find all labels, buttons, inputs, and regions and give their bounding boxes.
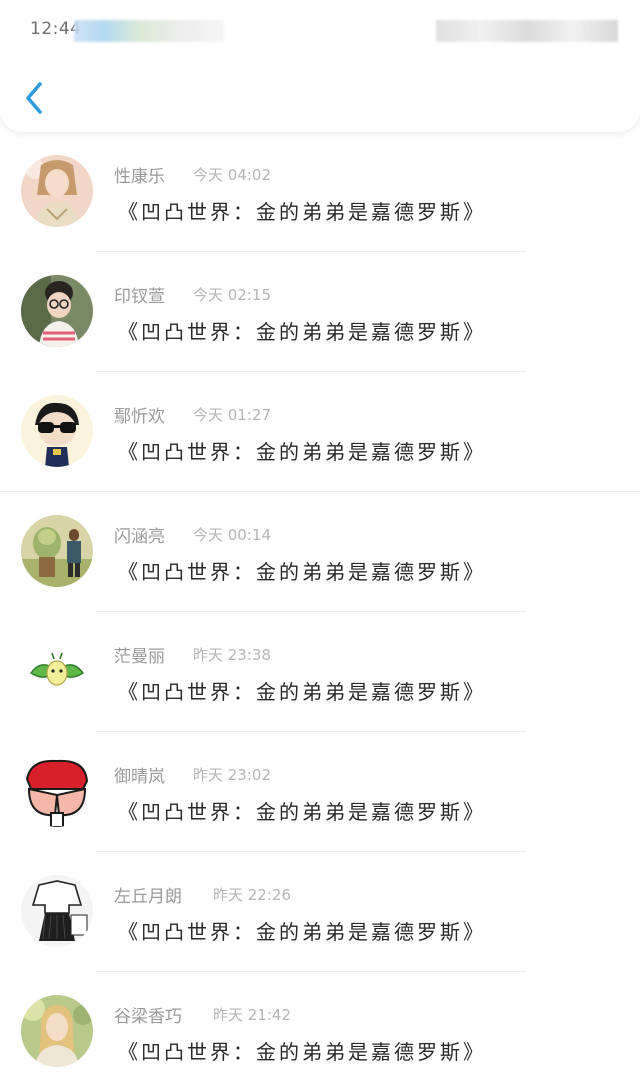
top-bar: 12:44 (0, 0, 640, 132)
avatar[interactable] (21, 755, 93, 827)
status-icons-blurred-right (436, 20, 618, 42)
chevron-left-icon (26, 82, 42, 114)
message-time: 今天 02:15 (193, 286, 271, 304)
message-time: 昨天 23:38 (193, 646, 271, 664)
avatar[interactable] (21, 995, 93, 1067)
message-text: 《凹凸世界：金的弟弟是嘉德罗斯》 (118, 1040, 486, 1064)
list-item[interactable]: 闪涵亮 今天 00:14 《凹凸世界：金的弟弟是嘉德罗斯》 (0, 492, 640, 612)
avatar[interactable] (21, 635, 93, 707)
list-item[interactable]: 谷梁香巧 昨天 21:42 《凹凸世界：金的弟弟是嘉德罗斯》 (0, 972, 640, 1092)
message-text: 《凹凸世界：金的弟弟是嘉德罗斯》 (118, 320, 486, 344)
sender-name: 印钗萱 (114, 287, 165, 307)
avatar[interactable] (21, 155, 93, 227)
sender-name: 茫曼丽 (114, 647, 165, 667)
list-item[interactable]: 性康乐 今天 04:02 《凹凸世界：金的弟弟是嘉德罗斯》 (0, 132, 640, 252)
sender-name: 御晴岚 (114, 767, 165, 787)
sender-name: 鄢忻欢 (114, 407, 165, 427)
status-icons-blurred-left (74, 20, 224, 42)
message-time: 昨天 22:26 (213, 886, 291, 904)
avatar[interactable] (21, 875, 93, 947)
list-item[interactable]: 御晴岚 昨天 23:02 《凹凸世界：金的弟弟是嘉德罗斯》 (0, 732, 640, 852)
message-text: 《凹凸世界：金的弟弟是嘉德罗斯》 (118, 920, 486, 944)
message-text: 《凹凸世界：金的弟弟是嘉德罗斯》 (118, 680, 486, 704)
list-item[interactable]: 印钗萱 今天 02:15 《凹凸世界：金的弟弟是嘉德罗斯》 (0, 252, 640, 372)
sender-name: 左丘月朗 (114, 887, 182, 907)
message-time: 昨天 23:02 (193, 766, 271, 784)
avatar[interactable] (21, 275, 93, 347)
status-bar: 12:44 (0, 0, 640, 64)
avatar[interactable] (21, 515, 93, 587)
list-item[interactable]: 鄢忻欢 今天 01:27 《凹凸世界：金的弟弟是嘉德罗斯》 (0, 372, 640, 492)
sender-name: 谷梁香巧 (114, 1007, 182, 1027)
sender-name: 闪涵亮 (114, 527, 165, 547)
message-time: 昨天 21:42 (213, 1006, 291, 1024)
message-text: 《凹凸世界：金的弟弟是嘉德罗斯》 (118, 800, 486, 824)
list-item[interactable]: 左丘月朗 昨天 22:26 《凹凸世界：金的弟弟是嘉德罗斯》 (0, 852, 640, 972)
message-time: 今天 04:02 (193, 166, 271, 184)
message-time: 今天 00:14 (193, 526, 271, 544)
sender-name: 性康乐 (114, 167, 165, 187)
avatar[interactable] (21, 395, 93, 467)
back-button[interactable] (20, 78, 54, 118)
message-text: 《凹凸世界：金的弟弟是嘉德罗斯》 (118, 440, 486, 464)
message-text: 《凹凸世界：金的弟弟是嘉德罗斯》 (118, 200, 486, 224)
message-time: 今天 01:27 (193, 406, 271, 424)
list-item[interactable]: 茫曼丽 昨天 23:38 《凹凸世界：金的弟弟是嘉德罗斯》 (0, 612, 640, 732)
message-text: 《凹凸世界：金的弟弟是嘉德罗斯》 (118, 560, 486, 584)
